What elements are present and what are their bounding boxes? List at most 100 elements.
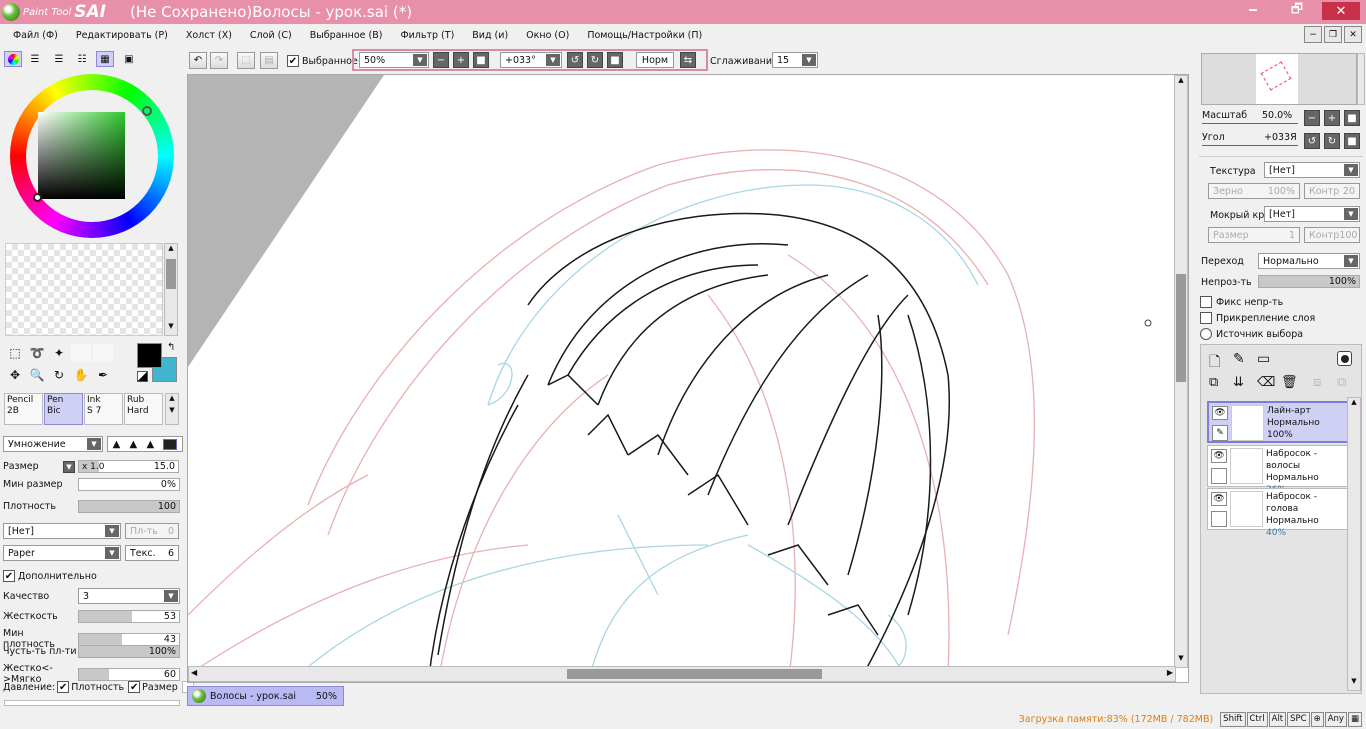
brush-list-scrollbar[interactable]: ▲ ▼ xyxy=(165,393,179,425)
foreground-color-swatch[interactable] xyxy=(137,343,162,368)
layer-visibility-toggle[interactable]: 👁 xyxy=(1211,449,1227,463)
new-layer-icon[interactable]: 🗋 xyxy=(1209,351,1220,375)
mdi-minimize-button[interactable]: − xyxy=(1304,26,1322,43)
rotate-cw-button[interactable]: ↻ xyxy=(587,52,603,68)
minimize-button[interactable]: 🗕 xyxy=(1234,2,1272,20)
canvas-scroll-up-icon[interactable]: ▲ xyxy=(1175,76,1187,89)
canvas-horizontal-scrollbar[interactable]: ◀ ▶ xyxy=(188,666,1176,682)
flip-canvas-button[interactable]: ⇆ xyxy=(680,52,696,68)
fix-opacity-checkbox[interactable] xyxy=(1200,296,1212,308)
paper-texture-select[interactable]: Paper ▼ xyxy=(3,545,121,561)
undo-button[interactable]: ↶ xyxy=(189,52,207,69)
close-button[interactable]: ✕ xyxy=(1322,2,1360,20)
left-panel-hscroll[interactable] xyxy=(4,700,180,706)
scratchpad-tab[interactable]: ▣ xyxy=(120,51,138,67)
layers-scroll-down-icon[interactable]: ▼ xyxy=(1348,677,1360,690)
clear-layer-icon[interactable]: ⌫ xyxy=(1257,375,1275,390)
min-size-slider[interactable]: 0% xyxy=(78,478,180,491)
layer-row-sketch-head[interactable]: 👁 Набросок - голова Нормально 40% xyxy=(1207,488,1351,538)
lasso-tool[interactable]: ➰ xyxy=(27,344,47,362)
rotate-ccw-button[interactable]: ↺ xyxy=(567,52,583,68)
advanced-checkbox[interactable]: ✔ xyxy=(3,570,15,582)
layer-texture-select[interactable]: [Нет] ▼ xyxy=(1264,162,1360,178)
brush-eraser[interactable]: Rub Hard xyxy=(124,393,163,425)
nav-scale-slider[interactable] xyxy=(1202,123,1298,124)
rgb-slider-tab[interactable]: ☰ xyxy=(26,51,44,67)
deselect-button[interactable]: ⬚ xyxy=(237,52,255,69)
swap-colors-icon[interactable]: ↰ xyxy=(167,342,175,353)
layer-visibility-toggle[interactable]: 👁 xyxy=(1211,492,1227,506)
document-tab[interactable]: Волосы - урок.sai 50% xyxy=(187,686,344,706)
canvas-vscroll-thumb[interactable] xyxy=(1176,274,1186,382)
nav-zoom-out-button[interactable]: − xyxy=(1304,110,1320,126)
brush-shape-selector[interactable]: ▲ ▲ ▲ xyxy=(107,436,183,452)
angle-select[interactable]: +033° ▼ xyxy=(500,52,562,68)
nav-rotate-reset-button[interactable]: ■ xyxy=(1344,133,1360,149)
layer-edit-indicator[interactable] xyxy=(1211,468,1227,484)
layer-edit-indicator[interactable]: ✎ xyxy=(1212,425,1228,441)
menu-filter[interactable]: Фильтр (Т) xyxy=(391,30,463,41)
scroll-down-icon[interactable]: ▼ xyxy=(165,322,177,335)
brush-ink[interactable]: Ink S 7 xyxy=(84,393,123,425)
brush-scroll-down-icon[interactable]: ▼ xyxy=(166,406,178,414)
swatches-grid-tab[interactable]: ▦ xyxy=(96,51,114,67)
show-selection-checkbox[interactable]: ✔ xyxy=(287,55,299,67)
brush-texture-select[interactable]: [Нет] ▼ xyxy=(3,523,121,539)
magic-wand-tool[interactable]: ✦ xyxy=(49,344,69,362)
brush-scroll-up-icon[interactable]: ▲ xyxy=(166,394,178,402)
rotate-reset-button[interactable]: ■ xyxy=(607,52,623,68)
scrollbar-thumb[interactable] xyxy=(166,259,176,289)
canvas-vertical-scrollbar[interactable]: ▲ ▼ xyxy=(1174,75,1188,668)
menu-view[interactable]: Вид (и) xyxy=(463,30,517,41)
invert-selection-button[interactable]: ▤ xyxy=(260,52,278,69)
brush-blend-mode-select[interactable]: Умножение ▼ xyxy=(3,436,103,452)
menu-file[interactable]: Файл (Ф) xyxy=(4,30,67,41)
selection-source-radio[interactable] xyxy=(1200,328,1212,340)
delete-layer-icon[interactable]: 🗑 xyxy=(1281,375,1298,390)
mdi-restore-button[interactable]: ❐ xyxy=(1324,26,1342,43)
redo-button[interactable]: ↷ xyxy=(210,52,228,69)
maximize-button[interactable]: 🗗 xyxy=(1278,2,1316,20)
paper-texture-strength-field[interactable]: Текс. 6 xyxy=(125,545,179,561)
drawing-canvas[interactable]: ▲ ▼ ◀ ▶ xyxy=(187,74,1189,683)
zoom-in-button[interactable]: + xyxy=(453,52,469,68)
zoom-out-button[interactable]: − xyxy=(433,52,449,68)
scroll-up-icon[interactable]: ▲ xyxy=(165,244,177,257)
smoothing-select[interactable]: 15 ▼ xyxy=(772,52,818,68)
normal-view-button[interactable]: Норм xyxy=(636,52,674,68)
quality-select[interactable]: 3 ▼ xyxy=(78,588,180,604)
brush-shape-soft-icon[interactable]: ▲ xyxy=(130,439,138,450)
color-wheel-tab[interactable] xyxy=(4,51,22,67)
canvas-hscroll-thumb[interactable] xyxy=(567,669,822,679)
scratchpad-scrollbar[interactable]: ▲ ▼ xyxy=(164,243,178,336)
layer-row-lineart[interactable]: 👁 ✎ Лайн-арт Нормально 100% xyxy=(1207,401,1351,443)
new-linework-layer-icon[interactable]: ✎ xyxy=(1233,351,1245,367)
brush-pencil[interactable]: Pencil 2B xyxy=(4,393,43,425)
layer-edit-indicator[interactable] xyxy=(1211,511,1227,527)
brush-shape-flat-icon[interactable]: ▲ xyxy=(146,439,154,450)
pressure-density-checkbox[interactable]: ✔ xyxy=(57,681,70,693)
reset-colors-icon[interactable] xyxy=(137,371,148,382)
canvas-scroll-left-icon[interactable]: ◀ xyxy=(191,668,197,677)
layer-opacity-slider[interactable]: 100% xyxy=(1258,275,1360,288)
nav-zoom-in-button[interactable]: + xyxy=(1324,110,1340,126)
brush-shape-square-icon[interactable] xyxy=(163,438,178,450)
size-range-dropdown[interactable]: ▼ xyxy=(63,460,75,473)
copy-layer-icon[interactable]: ⧉ xyxy=(1209,375,1218,390)
hand-tool[interactable]: ✋ xyxy=(71,366,91,384)
swatches-list-tab[interactable]: ☷ xyxy=(73,51,91,67)
merge-down-icon[interactable]: ⇊ xyxy=(1233,375,1244,390)
new-folder-icon[interactable]: ▭ xyxy=(1257,351,1270,367)
hue-handle[interactable] xyxy=(142,106,152,116)
hardness-slider[interactable]: 53 xyxy=(78,610,180,623)
nav-angle-slider[interactable] xyxy=(1202,145,1298,146)
density-slider[interactable]: 100 xyxy=(78,500,180,513)
layer-row-sketch-hair[interactable]: 👁 Набросок - волосы Нормально 36% xyxy=(1207,445,1351,495)
menu-edit[interactable]: Редактировать (Р) xyxy=(67,30,177,41)
hsv-slider-tab[interactable]: ☰ xyxy=(50,51,68,67)
nav-rotate-cw-button[interactable]: ↻ xyxy=(1324,133,1340,149)
layers-scroll-up-icon[interactable]: ▲ xyxy=(1348,398,1360,411)
layer-blend-select[interactable]: Нормально ▼ xyxy=(1258,253,1360,269)
zoom-tool[interactable]: 🔍 xyxy=(27,366,47,384)
canvas-scroll-right-icon[interactable]: ▶ xyxy=(1167,668,1173,677)
